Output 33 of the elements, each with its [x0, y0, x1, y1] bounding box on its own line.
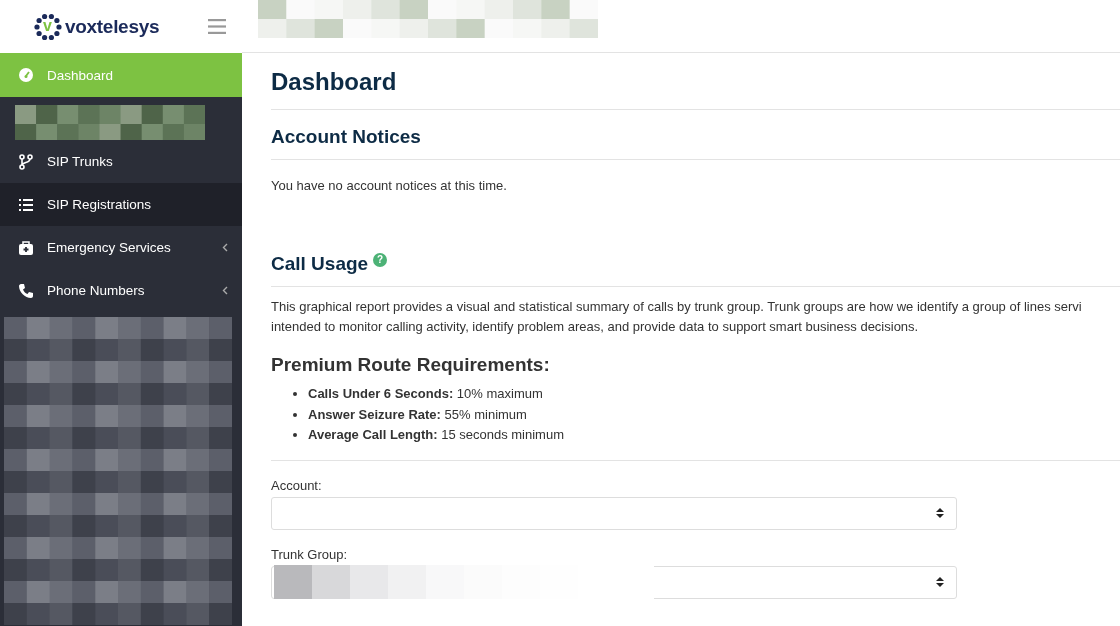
sidebar-item[interactable]: Phone Numbers — [0, 269, 242, 312]
section-title: Account Notices — [271, 126, 421, 148]
dots-ring-icon — [33, 11, 63, 42]
bullet-icon — [293, 433, 297, 438]
bullet-icon — [293, 392, 297, 397]
requirement-text: Calls Under 6 Seconds: 10% maximum — [308, 385, 543, 403]
description-text: This graphical report provides a visual and statistical summary of calls by trunk group. Trunk groups are how we identify a group of lines servi — [271, 298, 1083, 316]
description-text: intended to monitor calling activity, identify problem areas, and provide data to support smart business decisions. — [271, 318, 920, 336]
subsection-title: Premium Route Requirements: — [271, 354, 551, 376]
list-icon — [18, 196, 34, 213]
logo-text: voxtelesys — [65, 15, 160, 38]
sidebar-item[interactable]: SIP Registrations — [0, 183, 242, 226]
medkit-icon — [18, 239, 34, 256]
gauge-icon — [18, 67, 34, 83]
sidebar-item[interactable]: SIP Trunks — [0, 140, 242, 183]
select-field[interactable] — [271, 496, 957, 530]
bullet-icon — [293, 412, 297, 417]
menu-icon — [208, 19, 226, 34]
requirement-text: Answer Seizure Rate: 55% minimum — [308, 405, 527, 424]
notice-text: You have no account notices at this time. — [271, 178, 508, 193]
branch-icon — [18, 153, 34, 170]
field-label: Trunk Group: — [271, 546, 349, 562]
sort-arrows-icon — [936, 576, 944, 588]
section-title: Call Usage — [271, 253, 369, 275]
logo-letter: v — [43, 16, 52, 35]
requirement-text: Average Call Length: 15 seconds minimum — [308, 426, 564, 444]
sort-arrows-icon — [936, 507, 944, 519]
field-label: Account: — [271, 477, 323, 493]
page-title: Dashboard — [271, 53, 1120, 110]
phone-icon — [18, 282, 34, 299]
menu-button[interactable] — [206, 17, 228, 36]
select-field[interactable] — [271, 565, 957, 599]
sidebar-item[interactable]: Emergency Services — [0, 226, 242, 269]
